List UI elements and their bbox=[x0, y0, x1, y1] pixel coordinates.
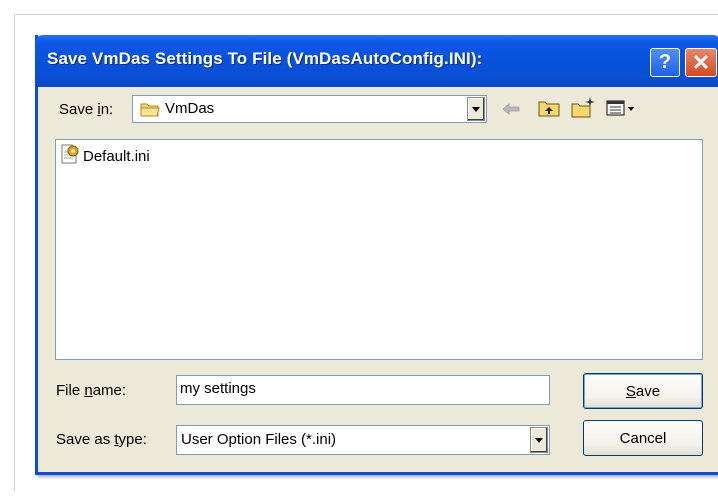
ini-file-icon bbox=[59, 144, 81, 168]
help-icon: ? bbox=[658, 51, 672, 73]
save-as-type-label: Save as type: bbox=[56, 431, 147, 448]
file-name-label: File name: bbox=[56, 382, 127, 399]
save-dialog: Save VmDas Settings To File (VmDasAutoCo… bbox=[35, 35, 718, 475]
dialog-title: Save VmDas Settings To File (VmDasAutoCo… bbox=[47, 49, 483, 68]
save-as-type-dropdown[interactable]: User Option Files (*.ini) bbox=[176, 425, 550, 455]
close-button[interactable]: ✕ bbox=[685, 48, 717, 77]
new-folder-icon[interactable] bbox=[569, 93, 597, 121]
view-menu-icon[interactable] bbox=[604, 97, 636, 119]
folder-icon bbox=[140, 101, 160, 117]
up-folder-icon[interactable] bbox=[536, 96, 562, 120]
close-icon: ✕ bbox=[691, 49, 711, 75]
list-item[interactable]: Default.ini bbox=[59, 144, 150, 168]
file-name-value: my settings bbox=[180, 380, 256, 397]
save-in-value: VmDas bbox=[165, 100, 215, 117]
back-arrow-icon[interactable] bbox=[500, 98, 522, 120]
save-in-dropdown-arrow[interactable] bbox=[467, 97, 485, 121]
save-in-dropdown[interactable]: VmDas bbox=[132, 95, 487, 123]
help-button[interactable]: ? bbox=[650, 48, 680, 77]
file-name-field[interactable]: my settings bbox=[176, 375, 550, 405]
cancel-button-label: Cancel bbox=[619, 429, 667, 447]
save-in-label: Save in: bbox=[59, 101, 114, 118]
save-as-type-value: User Option Files (*.ini) bbox=[181, 431, 337, 448]
save-button-label: Save bbox=[625, 382, 661, 400]
save-button[interactable]: Save bbox=[583, 373, 703, 409]
cancel-button[interactable]: Cancel bbox=[583, 420, 703, 456]
file-list[interactable]: Default.ini bbox=[55, 139, 703, 360]
title-bar[interactable]: Save VmDas Settings To File (VmDasAutoCo… bbox=[35, 35, 718, 87]
file-name-text: Default.ini bbox=[83, 147, 150, 165]
save-as-type-dropdown-arrow[interactable] bbox=[530, 427, 548, 453]
